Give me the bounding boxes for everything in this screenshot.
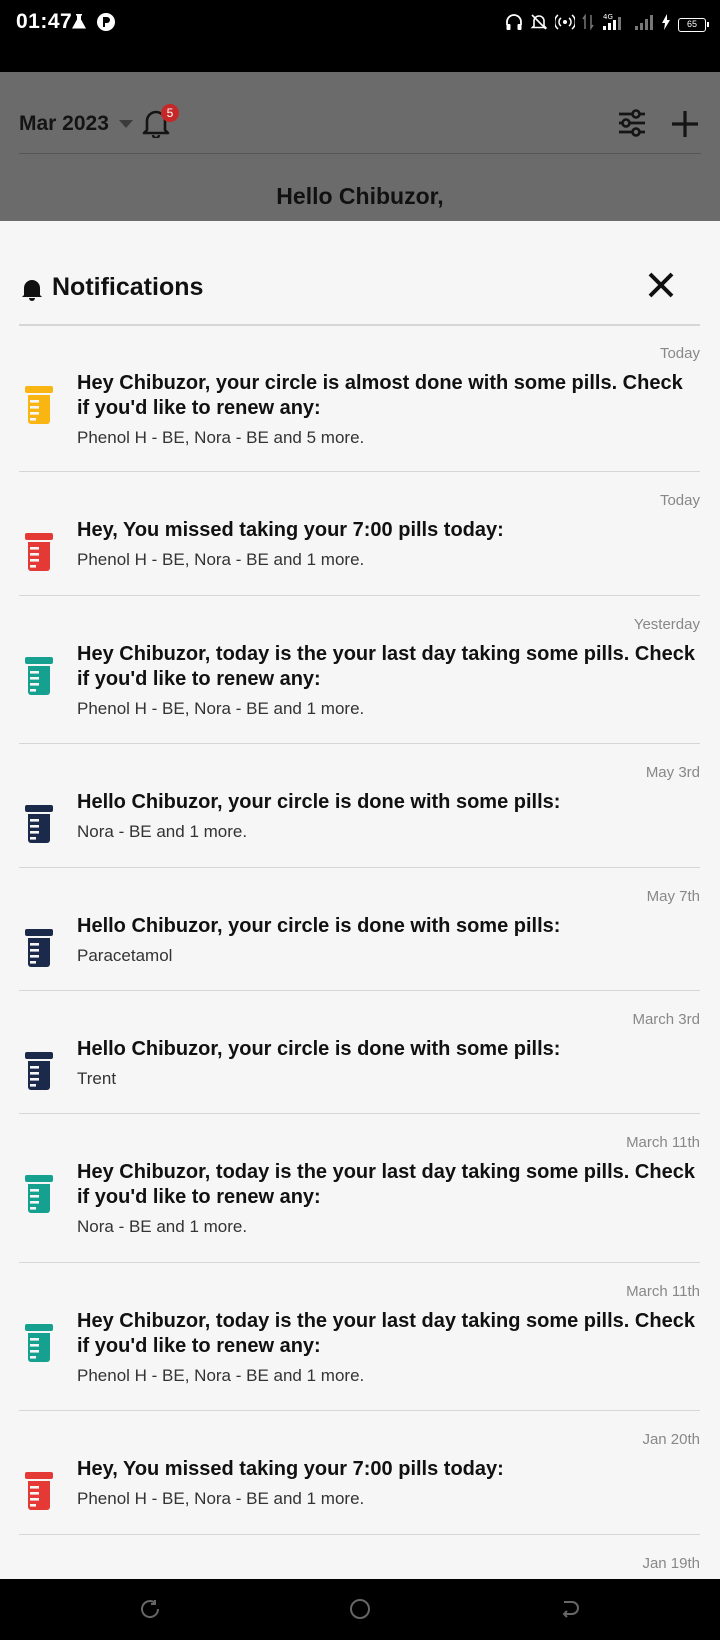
notification-title: Hey Chibuzor, today is the your last day… <box>77 643 695 690</box>
data-transfer-icon <box>582 13 594 36</box>
notification-item[interactable]: May 3rd Hello Chibuzor, your circle is do… <box>0 744 720 868</box>
notification-item[interactable]: Jan 19th <box>0 1535 720 1579</box>
add-button[interactable] <box>669 108 701 140</box>
notification-date: March 3rd <box>632 1011 700 1028</box>
notifications-list: Today Hey Chibuzor, your circle is almost… <box>0 325 720 1579</box>
notification-subtitle: Phenol H - BE, Nora - BE and 1 more. <box>77 550 365 569</box>
notification-item[interactable]: March 11th Hey Chibuzor, today is the you… <box>0 1263 720 1411</box>
charging-icon <box>661 14 671 35</box>
month-label: Mar 2023 <box>19 112 109 135</box>
notification-date: Jan 19th <box>642 1555 700 1572</box>
notification-item[interactable]: March 11th Hey Chibuzor, today is the you… <box>0 1114 720 1263</box>
signal-icon <box>634 13 654 36</box>
notification-body: Hey, You missed taking your 7:00 pills t… <box>77 518 697 570</box>
notification-body: Hey, You missed taking your 7:00 pills t… <box>77 1457 697 1509</box>
notification-subtitle: Phenol H - BE, Nora - BE and 1 more. <box>77 1489 365 1508</box>
notification-subtitle: Nora - BE and 1 more. <box>77 1217 248 1236</box>
back-button[interactable] <box>558 1597 582 1621</box>
notification-title: Hey Chibuzor, today is the your last day… <box>77 1161 695 1208</box>
pill-bottle-icon <box>24 656 54 696</box>
notification-subtitle: Phenol H - BE, Nora - BE and 1 more. <box>77 1366 365 1385</box>
pill-bottle-icon <box>24 532 54 572</box>
notification-body: Hey Chibuzor, today is the your last day… <box>77 1309 697 1386</box>
close-icon <box>646 272 676 304</box>
greeting-text: Hello Chibuzor, <box>276 183 444 209</box>
notification-title: Hey, You missed taking your 7:00 pills t… <box>77 1458 504 1480</box>
pill-bottle-icon <box>24 1471 54 1511</box>
notification-date: May 3rd <box>645 764 700 781</box>
notification-title: Hey Chibuzor, today is the your last day… <box>77 1310 695 1357</box>
hotspot-icon <box>553 13 577 36</box>
notifications-button[interactable]: 5 <box>142 104 179 142</box>
month-selector[interactable]: Mar 2023 <box>19 112 133 136</box>
sliders-icon <box>616 109 648 142</box>
notification-item[interactable]: Today Hey, You missed taking your 7:00 pi… <box>0 472 720 596</box>
notifications-sheet: Notifications Today Hey Chibuzor, your ci… <box>0 221 720 1579</box>
notification-body: Hello Chibuzor, your circle is done with… <box>77 790 697 842</box>
notification-item[interactable]: Jan 20th Hey, You missed taking your 7:00… <box>0 1411 720 1535</box>
notification-body: Hey Chibuzor, your circle is almost done… <box>77 371 697 448</box>
navigation-bar <box>0 1579 720 1640</box>
signal-4g-icon: 4G <box>601 12 627 37</box>
pill-bottle-icon <box>24 385 54 425</box>
notification-body: Hey Chibuzor, today is the your last day… <box>77 1160 697 1237</box>
notification-date: Yesterday <box>633 616 700 633</box>
notification-title: Hello Chibuzor, your circle is done with… <box>77 1038 561 1060</box>
plus-icon <box>669 111 701 144</box>
notification-subtitle: Phenol H - BE, Nora - BE and 5 more. <box>77 428 365 447</box>
pill-bottle-icon <box>24 1174 54 1214</box>
notification-title: Hey Chibuzor, your circle is almost done… <box>77 372 683 419</box>
notification-title: Hello Chibuzor, your circle is done with… <box>77 915 561 937</box>
notification-date: Today <box>659 492 700 509</box>
notification-date: Today <box>659 345 700 362</box>
notification-subtitle: Phenol H - BE, Nora - BE and 1 more. <box>77 699 365 718</box>
notification-date: Jan 20th <box>642 1431 700 1448</box>
notification-item[interactable]: Yesterday Hey Chibuzor, today is the your… <box>0 596 720 744</box>
pill-bottle-icon <box>24 1323 54 1363</box>
close-button[interactable] <box>646 270 676 300</box>
notification-title: Hello Chibuzor, your circle is done with… <box>77 791 561 813</box>
notification-item[interactable]: March 3rd Hello Chibuzor, your circle is … <box>0 991 720 1114</box>
bell-outline-icon <box>142 110 170 142</box>
home-button[interactable] <box>348 1597 372 1621</box>
status-bar: 01:47 4G 65 <box>0 0 720 72</box>
notification-item[interactable]: Today Hey Chibuzor, your circle is almost… <box>0 325 720 472</box>
pill-bottle-icon <box>24 804 54 844</box>
notification-body: Hey Chibuzor, today is the your last day… <box>77 642 697 719</box>
pill-bottle-icon <box>24 928 54 968</box>
headphones-icon <box>505 13 523 36</box>
notification-date: March 11th <box>626 1134 700 1151</box>
pill-bottle-icon <box>24 1051 54 1091</box>
filter-button[interactable] <box>616 108 648 138</box>
battery-icon: 65 <box>678 17 709 32</box>
mute-icon <box>530 13 548 36</box>
notification-subtitle: Trent <box>77 1069 117 1088</box>
notification-title: Hey, You missed taking your 7:00 pills t… <box>77 519 504 541</box>
notification-subtitle: Paracetamol <box>77 946 173 965</box>
status-time: 01:47 <box>16 10 73 33</box>
sheet-title: Notifications <box>52 273 204 301</box>
notification-item[interactable]: May 7th Hello Chibuzor, your circle is do… <box>0 868 720 991</box>
bell-icon <box>21 277 43 301</box>
app-notification-icon <box>96 12 116 37</box>
notification-date: March 11th <box>626 1283 700 1300</box>
recent-apps-button[interactable] <box>138 1597 162 1621</box>
header-divider <box>19 153 701 154</box>
svg-text:4G: 4G <box>603 13 613 21</box>
notification-subtitle: Nora - BE and 1 more. <box>77 822 248 841</box>
notification-body: Hello Chibuzor, your circle is done with… <box>77 1037 697 1089</box>
notification-date: May 7th <box>646 888 700 905</box>
sheet-header: Notifications <box>0 221 720 326</box>
notification-count-badge: 5 <box>161 104 179 122</box>
flask-icon <box>70 13 88 36</box>
caret-down-icon <box>118 120 133 128</box>
app-header: Mar 2023 5 <box>0 72 720 154</box>
notification-body: Hello Chibuzor, your circle is done with… <box>77 914 697 966</box>
